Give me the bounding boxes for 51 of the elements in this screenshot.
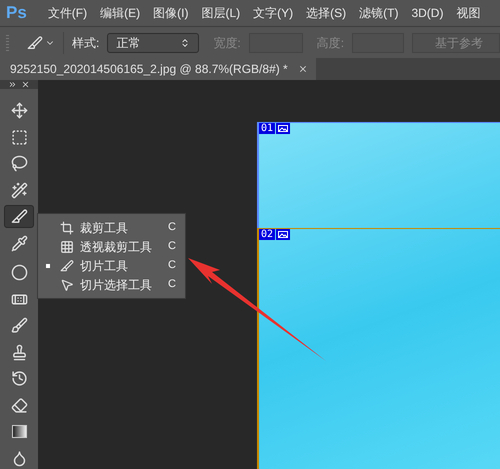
menu-item[interactable]: 视图 (456, 4, 480, 22)
wand-icon (10, 182, 28, 198)
shortcut-key: C (168, 257, 176, 274)
shortcut-key: C (168, 238, 176, 255)
expand-icon[interactable] (8, 80, 17, 89)
image-icon (276, 123, 290, 134)
shortcut-key: C (168, 276, 176, 293)
grip-icon (6, 34, 9, 50)
close-icon[interactable] (298, 64, 308, 74)
stamp-icon (10, 344, 28, 360)
flyout-label: 切片工具 (80, 258, 129, 274)
flyout-item[interactable]: 切片选择工具 C (38, 275, 185, 294)
menu-item[interactable]: 选择(S) (306, 4, 346, 22)
menu-item[interactable]: 图像(I) (153, 4, 188, 22)
flyout-label: 裁剪工具 (80, 220, 129, 236)
menu-item[interactable]: 文件(F) (48, 4, 88, 22)
slice-number: 02 (259, 229, 276, 240)
close-icon[interactable] (21, 80, 30, 89)
crop-icon (60, 220, 74, 234)
knife-icon (10, 208, 28, 225)
shortcut-key: C (168, 219, 176, 236)
knife-icon (27, 34, 43, 50)
menu-item[interactable]: 文字(Y) (253, 4, 294, 22)
lasso-icon (10, 155, 28, 172)
circle-icon (10, 264, 28, 281)
marquee-icon (10, 128, 28, 146)
tool-button[interactable] (4, 205, 34, 228)
eraser-icon (10, 396, 28, 414)
brush-icon (10, 317, 28, 334)
menu-item[interactable]: 编辑(E) (100, 4, 140, 22)
slice-number: 01 (259, 123, 276, 134)
tool-preset-picker[interactable] (27, 34, 55, 50)
style-label: 样式: (72, 34, 100, 52)
app-logo: Ps (6, 2, 27, 24)
style-dropdown[interactable]: 正常 (107, 32, 200, 52)
document-title: 9252150_202014506165_2.jpg @ 88.7%(RGB/8#) * (10, 61, 288, 78)
flyout-label: 切片选择工具 (80, 276, 153, 294)
gradient-icon (12, 425, 26, 438)
menu-item[interactable]: 图层(L) (201, 4, 240, 22)
flyout-label: 透视裁剪工具 (80, 238, 153, 256)
flyout-item[interactable]: 裁剪工具 C (38, 218, 185, 237)
image-icon (276, 229, 290, 240)
flyout-item[interactable]: 透视裁剪工具 C (38, 237, 185, 256)
knife-icon (60, 258, 74, 272)
menu-item[interactable]: 3D(D) (411, 4, 444, 22)
flyout-item[interactable]: 切片工具 C (38, 256, 185, 275)
eyedropper-icon (10, 234, 28, 252)
menu-item[interactable]: 滤镜(T) (359, 4, 398, 22)
move-icon (10, 102, 28, 119)
updown-icon (180, 38, 190, 48)
document-tab[interactable]: 9252150_202014506165_2.jpg @ 88.7%(RGB/8#) * (0, 58, 316, 80)
